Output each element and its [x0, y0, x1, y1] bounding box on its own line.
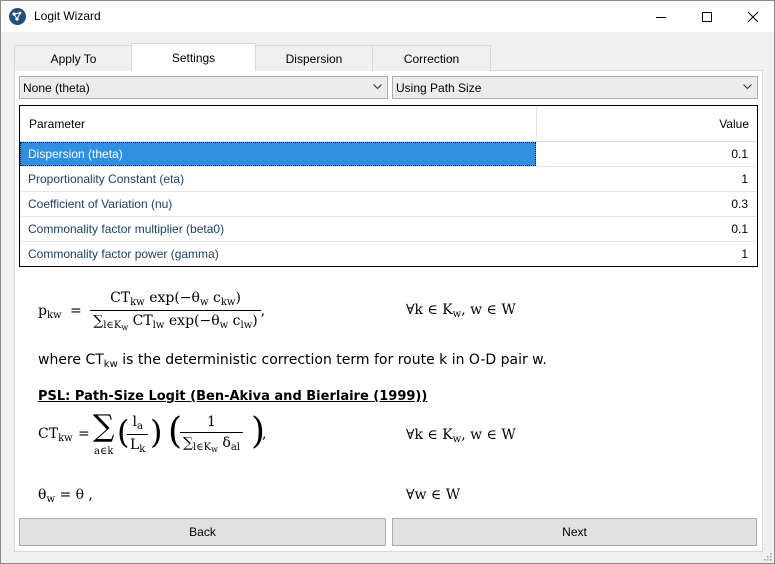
logit-probability-equation: pkw = CTkw exp(−θw ckw) ∑l∈Kw CTlw exp(−…	[38, 290, 266, 332]
logit-wizard-window: Logit Wizard Apply To Settings Dispersio…	[0, 0, 775, 564]
eq3-condition: ∀w ∈ W	[406, 487, 461, 503]
parameter-column-header[interactable]: Parameter	[29, 117, 85, 131]
eq1-lhs: p	[38, 303, 47, 319]
path-size-equation: CTkw = ∑ a∈k ( la Lk ) ( 1 ∑l∈Kw δal ) ,	[38, 409, 267, 457]
resize-grip-icon[interactable]	[762, 551, 772, 561]
parameter-cell[interactable]: Dispersion (theta)	[20, 142, 536, 166]
value-cell[interactable]: 0.1	[731, 142, 748, 166]
parameter-table: Parameter Value Dispersion (theta) 0.1 P…	[19, 105, 758, 267]
formula-panel: pkw = CTkw exp(−θw ckw) ∑l∈Kw CTlw exp(−…	[19, 268, 758, 514]
minimize-button[interactable]	[638, 1, 684, 32]
column-divider[interactable]	[536, 106, 537, 141]
table-row[interactable]: Coefficient of Variation (nu) 0.3	[20, 192, 757, 217]
parameter-cell[interactable]: Commonality factor power (gamma)	[20, 242, 536, 266]
value-column-header[interactable]: Value	[689, 117, 749, 131]
maximize-icon	[702, 11, 712, 22]
eq2-length-ratio: la Lk	[127, 414, 149, 455]
parameter-cell[interactable]: Commonality factor multiplier (beta0)	[20, 217, 536, 241]
value-cell[interactable]: 1	[741, 167, 748, 191]
table-header: Parameter Value	[20, 106, 757, 142]
correction-mode-select[interactable]: Using Path Size	[392, 76, 758, 99]
correction-mode-value: Using Path Size	[396, 80, 482, 95]
parameter-cell[interactable]: Coefficient of Variation (nu)	[20, 192, 536, 216]
table-row[interactable]: Dispersion (theta) 0.1	[20, 142, 757, 167]
value-cell[interactable]: 1	[741, 242, 748, 266]
eq1-lhs-sub: kw	[46, 310, 62, 321]
table-row[interactable]: Commonality factor multiplier (beta0) 0.…	[20, 217, 757, 242]
tab-settings[interactable]: Settings	[131, 43, 256, 71]
tab-correction[interactable]: Correction	[372, 45, 491, 71]
back-button[interactable]: Back	[19, 518, 386, 546]
value-cell[interactable]: 0.3	[731, 192, 748, 216]
parameter-cell[interactable]: Proportionality Constant (eta)	[20, 167, 536, 191]
chevron-down-icon	[743, 84, 752, 90]
psl-heading: PSL: Path-Size Logit (Ben-Akiva and Bier…	[38, 389, 428, 404]
eq2-overlap-fraction: 1 ∑l∈Kw δal	[180, 414, 243, 454]
dispersion-mode-value: None (theta)	[23, 80, 90, 95]
table-row[interactable]: Commonality factor power (gamma) 1	[20, 242, 757, 267]
value-cell[interactable]: 0.1	[731, 217, 748, 241]
close-button[interactable]	[730, 1, 775, 32]
table-row[interactable]: Proportionality Constant (eta) 1	[20, 167, 757, 192]
eq1-numerator: CTkw exp(−θw ckw)	[90, 290, 261, 311]
minimize-icon	[656, 16, 666, 18]
close-icon	[748, 11, 758, 22]
eq1-fraction: CTkw exp(−θw ckw) ∑l∈Kw CTlw exp(−θw clw…	[90, 290, 261, 332]
tab-apply-to[interactable]: Apply To	[14, 45, 133, 71]
chevron-down-icon	[373, 84, 382, 90]
window-title: Logit Wizard	[34, 9, 101, 23]
tab-dispersion[interactable]: Dispersion	[255, 45, 373, 71]
title-bar: Logit Wizard	[1, 1, 774, 32]
correction-term-explanation: where CTkw is the deterministic correcti…	[38, 352, 547, 370]
eq2-condition: ∀k ∈ Kw, w ∈ W	[406, 427, 516, 445]
app-icon	[9, 8, 26, 25]
dispersion-mode-select[interactable]: None (theta)	[19, 76, 388, 99]
eq1-condition: ∀k ∈ Kw, w ∈ W	[406, 302, 516, 320]
maximize-button[interactable]	[684, 1, 730, 32]
theta-equation: θw = θ ,	[38, 487, 93, 505]
eq1-comma: ,	[260, 303, 266, 319]
next-button[interactable]: Next	[392, 518, 757, 546]
eq1-denominator: ∑l∈Kw CTlw exp(−θw clw)	[93, 313, 258, 332]
